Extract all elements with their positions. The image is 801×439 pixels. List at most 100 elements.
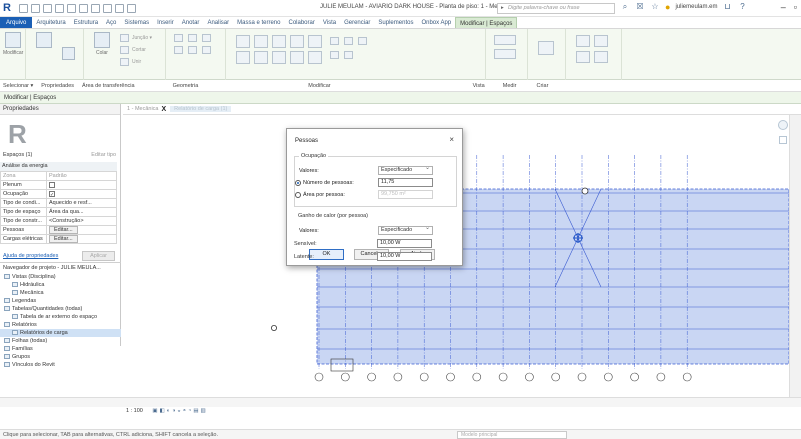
- clipboard-menu[interactable]: Área de transferência: [82, 83, 135, 89]
- tab-8[interactable]: Massa e terreno: [233, 17, 284, 28]
- geometry-menu[interactable]: Geometria: [173, 83, 199, 89]
- browser-item[interactable]: Relatórios: [0, 321, 121, 329]
- scale-selector[interactable]: 1 : 100: [126, 408, 143, 414]
- property-row[interactable]: Pessoas Editar...: [0, 225, 117, 235]
- rotate-icon[interactable]: [272, 51, 286, 64]
- tab-12[interactable]: Suplementos: [374, 17, 417, 28]
- property-value[interactable]: [46, 189, 117, 199]
- split-face-icon[interactable]: [188, 34, 197, 42]
- tab-9[interactable]: Colaborar: [284, 17, 318, 28]
- people-radio-row[interactable]: Número de pessoas:: [295, 180, 354, 186]
- property-category[interactable]: Análise da energia: [0, 162, 117, 171]
- delete-icon[interactable]: [330, 51, 339, 59]
- modify-button[interactable]: Modificar: [3, 32, 23, 62]
- browser-item[interactable]: Relatórios de carga: [0, 329, 121, 337]
- wall-join-icon[interactable]: [174, 34, 183, 42]
- subscription-icon[interactable]: ☒: [635, 2, 645, 12]
- scale-icon[interactable]: [330, 37, 339, 45]
- checkbox[interactable]: [49, 181, 55, 188]
- mirror-pick-axis-icon[interactable]: [272, 35, 286, 48]
- property-row[interactable]: Cargas elétricas Editar...: [0, 234, 117, 244]
- tab-14[interactable]: Modificar | Espaços: [455, 17, 518, 28]
- view-menu[interactable]: Vista: [473, 83, 485, 89]
- tab-10[interactable]: Vista: [319, 17, 340, 28]
- create-similar-icon[interactable]: [594, 35, 608, 47]
- modify-menu[interactable]: Modificar: [308, 83, 330, 89]
- restore-icon[interactable]: ▫: [794, 2, 797, 12]
- property-value[interactable]: Editar...: [46, 234, 117, 244]
- create-menu[interactable]: Criar: [537, 83, 549, 89]
- revit-logo-icon[interactable]: R: [3, 2, 15, 14]
- measure-menu[interactable]: Medir: [503, 83, 517, 89]
- people-count-input[interactable]: 11,75: [378, 178, 433, 187]
- property-value[interactable]: Editar...: [46, 225, 117, 235]
- demolish-icon[interactable]: [174, 46, 183, 54]
- browser-item[interactable]: Legendas: [0, 297, 121, 305]
- select-menu[interactable]: Selecionar ▾: [3, 83, 33, 89]
- zoom-icon[interactable]: [779, 136, 787, 144]
- sync-icon[interactable]: [43, 3, 52, 13]
- browser-item[interactable]: Vínculos do Revit: [0, 361, 121, 369]
- pin-icon[interactable]: [344, 37, 353, 45]
- property-value[interactable]: Área da qua...: [46, 207, 117, 217]
- cope-icon[interactable]: [120, 34, 129, 42]
- hide-in-view-icon[interactable]: [494, 35, 516, 45]
- trim-icon[interactable]: [290, 51, 304, 64]
- open-icon[interactable]: [19, 3, 28, 13]
- minimize-icon[interactable]: –: [781, 2, 786, 12]
- edit-button[interactable]: Editar...: [49, 226, 78, 234]
- tab-7[interactable]: Analisar: [203, 17, 233, 28]
- save-icon[interactable]: [31, 3, 40, 13]
- unpin-icon[interactable]: [358, 37, 367, 45]
- sensible-input[interactable]: 10,00 W: [377, 239, 432, 248]
- area-radio[interactable]: [295, 192, 301, 198]
- tab-13[interactable]: Onbox App: [417, 17, 455, 28]
- browser-item[interactable]: Folhas (todas): [0, 337, 121, 345]
- browser-item[interactable]: Mecânica: [0, 289, 121, 297]
- tab-1[interactable]: Arquitetura: [32, 17, 69, 28]
- thin-lines-icon[interactable]: [127, 3, 136, 13]
- horizontal-scrollbar[interactable]: [0, 397, 801, 407]
- offset-icon[interactable]: [202, 46, 211, 54]
- paste-button[interactable]: Colar: [92, 32, 112, 62]
- property-row[interactable]: Tipo de condi... Aquecido e resf...: [0, 198, 117, 208]
- copy-icon[interactable]: [254, 51, 268, 64]
- join-icon[interactable]: [120, 58, 129, 66]
- browser-item[interactable]: Famílias: [0, 345, 121, 353]
- cart-icon[interactable]: ⊔: [722, 2, 732, 12]
- active-workset[interactable]: Modelo principal: [457, 431, 567, 439]
- split-gap-icon[interactable]: [344, 51, 353, 59]
- tab-4[interactable]: Sistemas: [120, 17, 153, 28]
- align-tool-icon[interactable]: [236, 35, 250, 48]
- align-icon[interactable]: [188, 46, 197, 54]
- heat-values-select[interactable]: Especificado: [378, 225, 433, 235]
- redo-icon[interactable]: [67, 3, 76, 13]
- binoculars-icon[interactable]: ⌕: [620, 2, 630, 12]
- create-group-icon[interactable]: [576, 35, 590, 47]
- measure-icon[interactable]: [91, 3, 100, 13]
- tab-2[interactable]: Estrutura: [70, 17, 102, 28]
- browser-item[interactable]: Tabelas/Quantidades (todas): [0, 305, 121, 313]
- tab-0[interactable]: Arquivo: [0, 17, 33, 28]
- people-radio[interactable]: [295, 180, 301, 186]
- latent-input[interactable]: 10,00 W: [377, 252, 432, 261]
- property-value[interactable]: <Construção>: [46, 216, 117, 226]
- edit-button[interactable]: Editar...: [49, 235, 78, 243]
- type-selector[interactable]: Espaços (1) Editar tipo: [3, 152, 116, 161]
- create-assembly-icon[interactable]: [594, 51, 608, 63]
- view-cube-icon[interactable]: [778, 120, 788, 130]
- browser-item[interactable]: Vistas (Disciplina): [0, 273, 121, 281]
- move-icon[interactable]: [236, 51, 250, 64]
- edit-type-button[interactable]: Editar tipo: [91, 152, 116, 161]
- view-tab[interactable]: Relatório de carga (1): [170, 106, 232, 112]
- ok-button[interactable]: OK: [309, 249, 344, 260]
- type-properties-button[interactable]: [58, 47, 78, 63]
- mirror-draw-axis-icon[interactable]: [290, 35, 304, 48]
- star-icon[interactable]: ☆: [650, 2, 660, 12]
- offset-tool-icon[interactable]: [254, 35, 268, 48]
- property-row[interactable]: Zona Padrão: [0, 171, 117, 181]
- property-row[interactable]: Tipo de constr... <Construção>: [0, 216, 117, 226]
- property-row[interactable]: Tipo de espaço Área da qua...: [0, 207, 117, 217]
- properties-button[interactable]: [34, 32, 54, 62]
- print-icon[interactable]: [79, 3, 88, 13]
